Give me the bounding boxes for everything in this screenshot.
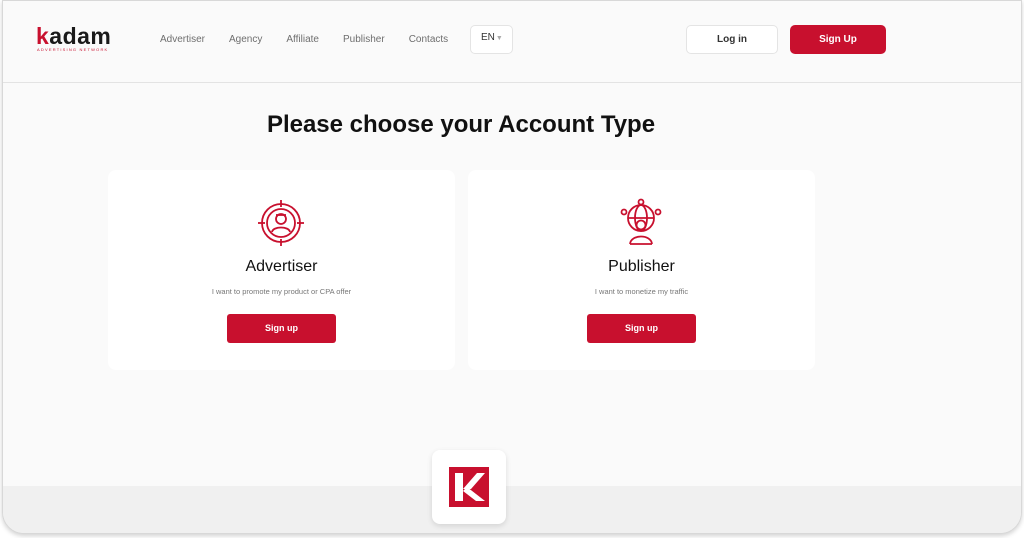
advertiser-card: Advertiser I want to promote my product … (108, 170, 455, 370)
footer-band (3, 486, 1021, 533)
target-person-icon (256, 198, 306, 248)
advertiser-title: Advertiser (245, 258, 318, 275)
chevron-down-icon: ▼ (495, 35, 503, 42)
nav-agency[interactable]: Agency (229, 34, 262, 46)
language-value: EN (481, 32, 495, 43)
language-selector[interactable]: EN▼ (470, 25, 513, 54)
logo-text: adam (49, 23, 112, 49)
publisher-description: I want to monetize my traffic (594, 287, 689, 296)
globe-network-person-icon (616, 198, 666, 248)
login-button[interactable]: Log in (686, 25, 778, 54)
logo-tagline: ADVERTISING NETWORK (37, 47, 109, 52)
site-header: kadam ADVERTISING NETWORK Advertiser Age… (3, 1, 1021, 83)
publisher-signup-button[interactable]: Sign up (587, 314, 696, 343)
publisher-card: Publisher I want to monetize my traffic … (468, 170, 815, 370)
nav-publisher[interactable]: Publisher (343, 34, 385, 46)
logo-k: k (36, 23, 50, 49)
publisher-title: Publisher (608, 258, 675, 275)
nav-advertiser[interactable]: Advertiser (160, 34, 205, 46)
advertiser-signup-button[interactable]: Sign up (227, 314, 336, 343)
nav-affiliate[interactable]: Affiliate (286, 34, 319, 46)
kadam-k-logo-icon (432, 450, 506, 524)
nav-contacts[interactable]: Contacts (409, 34, 448, 46)
advertiser-description: I want to promote my product or CPA offe… (211, 287, 352, 296)
browser-frame: kadam ADVERTISING NETWORK Advertiser Age… (2, 0, 1022, 534)
kadam-logo[interactable]: kadam ADVERTISING NETWORK (36, 23, 131, 53)
page-title: Please choose your Account Type (266, 111, 656, 138)
signup-button[interactable]: Sign Up (790, 25, 886, 54)
logo-wordmark: kadam (36, 23, 111, 49)
main-nav: Advertiser Agency Affiliate Publisher Co… (160, 34, 472, 46)
